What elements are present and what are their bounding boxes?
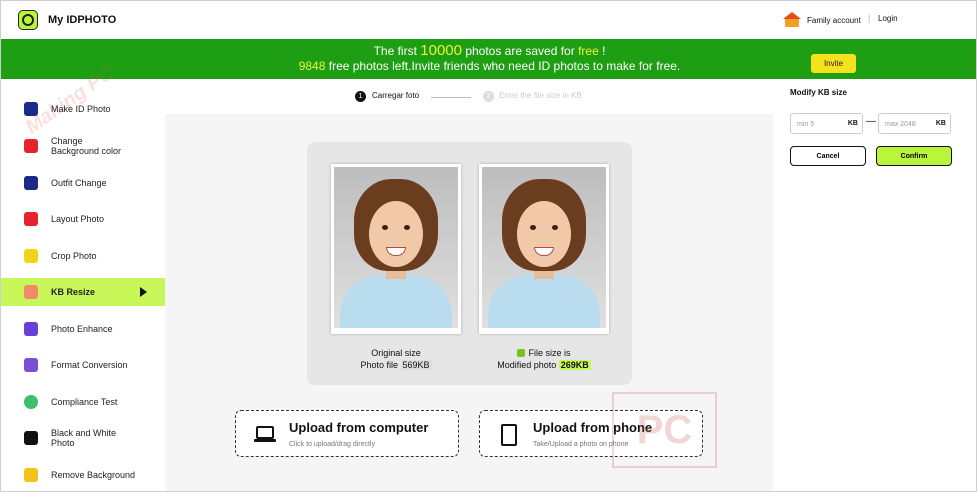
hd-enhance-icon [24,322,38,336]
max-kb-input[interactable]: max 2048 KB [878,113,951,134]
sidebar-item-layout-photo[interactable]: Layout Photo [1,209,165,229]
app-window: My IDPHOTO Family account | Login The fi… [0,0,977,492]
sidebar-item-change-background[interactable]: Change Background color [1,134,165,158]
sidebar-item-label: Layout Photo [51,214,105,224]
compliance-check-icon [24,395,38,409]
sidebar-item-outfit-change[interactable]: Outfit Change [1,173,165,193]
sidebar-item-kb-resize[interactable]: KB Resize [1,278,165,306]
max-kb-placeholder: max 2048 [885,121,916,128]
kb-resize-icon [24,285,38,299]
invite-button[interactable]: Invite [811,54,856,73]
top-bar: My IDPHOTO Family account | Login [1,1,976,39]
step-2-label: Enter the file size in KB [499,91,582,100]
phone-upload-icon [498,424,520,446]
portrait-eye [552,225,558,230]
promo-count: 10000 [420,42,462,59]
active-arrow-icon [140,287,147,297]
confirm-button[interactable]: Confirm [876,146,952,166]
sidebar-item-label: KB Resize [51,287,96,297]
promo-text: The first [373,44,421,58]
kb-unit-label: KB [935,120,946,127]
black-white-icon [24,431,38,445]
format-conversion-icon [24,358,38,372]
portrait-image [334,167,458,328]
step-2-badge: 2 [483,91,494,102]
modify-kb-title: Modify KB size [790,88,847,97]
portrait-eye [404,225,410,230]
promo-free: free [578,44,599,58]
modified-title-line: File size is [479,347,609,359]
portrait-image [482,167,606,328]
range-dash: — [866,116,876,127]
sidebar-item-label: Compliance Test [51,397,118,407]
modified-title: File size is [528,348,571,358]
portrait-eye [530,225,536,230]
sidebar-item-label: Photo Enhance [51,324,113,334]
min-kb-input[interactable]: min 5 KB [790,113,863,134]
promo-text: ! [598,44,606,58]
family-account-link[interactable]: Family account [783,12,861,28]
login-link[interactable]: Login [878,14,898,23]
crop-icon [24,249,38,263]
original-photo [331,164,461,334]
watermark-pc-logo: PC [612,392,717,468]
modified-photo [479,164,609,334]
portrait-face [517,201,571,267]
upload-computer-title: Upload from computer [289,420,429,435]
min-kb-placeholder: min 5 [797,121,815,128]
sidebar-item-label: Format Conversion [51,360,128,370]
free-photos-left-count: 9848 [298,59,326,73]
outfit-icon [24,176,38,190]
sidebar-item-label: Remove Background [51,470,136,480]
original-size-value: 569KB [400,360,432,370]
promo-text: photos are saved for [461,44,579,58]
portrait-face [369,201,423,267]
sidebar-item-format-conversion[interactable]: Format Conversion [1,355,165,375]
check-icon [517,349,526,357]
sidebar-item-remove-background[interactable]: Remove Background [1,465,165,485]
original-title: Original size [371,348,421,358]
original-caption: Original size Photo file 569KB [331,347,461,371]
sidebar-item-compliance-test[interactable]: Compliance Test [1,392,165,412]
sidebar-item-label: Black and White Photo [51,428,117,448]
upload-computer-subtitle: Click to upload/drag directly [289,441,375,448]
modified-prefix: Modified photo [497,360,559,370]
original-prefix: Photo file [360,360,401,370]
portrait-eye [382,225,388,230]
app-title[interactable]: My IDPHOTO [48,14,116,26]
modified-caption: File size is Modified photo 269KB [479,347,609,371]
remove-background-icon [24,468,38,482]
app-logo-icon[interactable] [18,10,38,30]
portrait-shirt [488,275,600,328]
original-size-line: Photo file 569KB [331,359,461,371]
id-photo-icon [24,102,38,116]
sidebar-item-label: Change Background color [51,136,122,156]
header-separator: | [868,13,871,23]
step-1-label: Carregar foto [372,91,420,100]
sidebar-item-label: Make ID Photo [51,104,111,114]
sidebar-item-photo-enhance[interactable]: Photo Enhance [1,319,165,339]
modified-size-line: Modified photo 269KB [479,359,609,371]
upload-from-computer-button[interactable]: Upload from computer Click to upload/dra… [235,410,459,457]
laptop-upload-icon [254,424,276,444]
layout-icon [24,212,38,226]
kb-unit-label: KB [847,120,858,127]
portrait-shirt [340,275,452,328]
steps-connector [431,97,471,98]
sidebar-item-crop-photo[interactable]: Crop Photo [1,246,165,266]
modified-size-value: 269KB [558,360,591,370]
sidebar-item-label: Crop Photo [51,251,97,261]
sidebar-item-black-white[interactable]: Black and White Photo [1,426,165,450]
sidebar-item-make-id-photo[interactable]: Make ID Photo [1,99,165,119]
cancel-button[interactable]: Cancel [790,146,866,166]
modify-kb-panel [773,79,976,491]
sidebar-item-label: Outfit Change [51,178,107,188]
family-account-label: Family account [807,15,861,25]
family-house-icon [783,12,803,28]
background-color-icon [24,139,38,153]
step-1-badge: 1 [355,91,366,102]
promo-text: free photos left.Invite friends who need… [325,59,681,73]
